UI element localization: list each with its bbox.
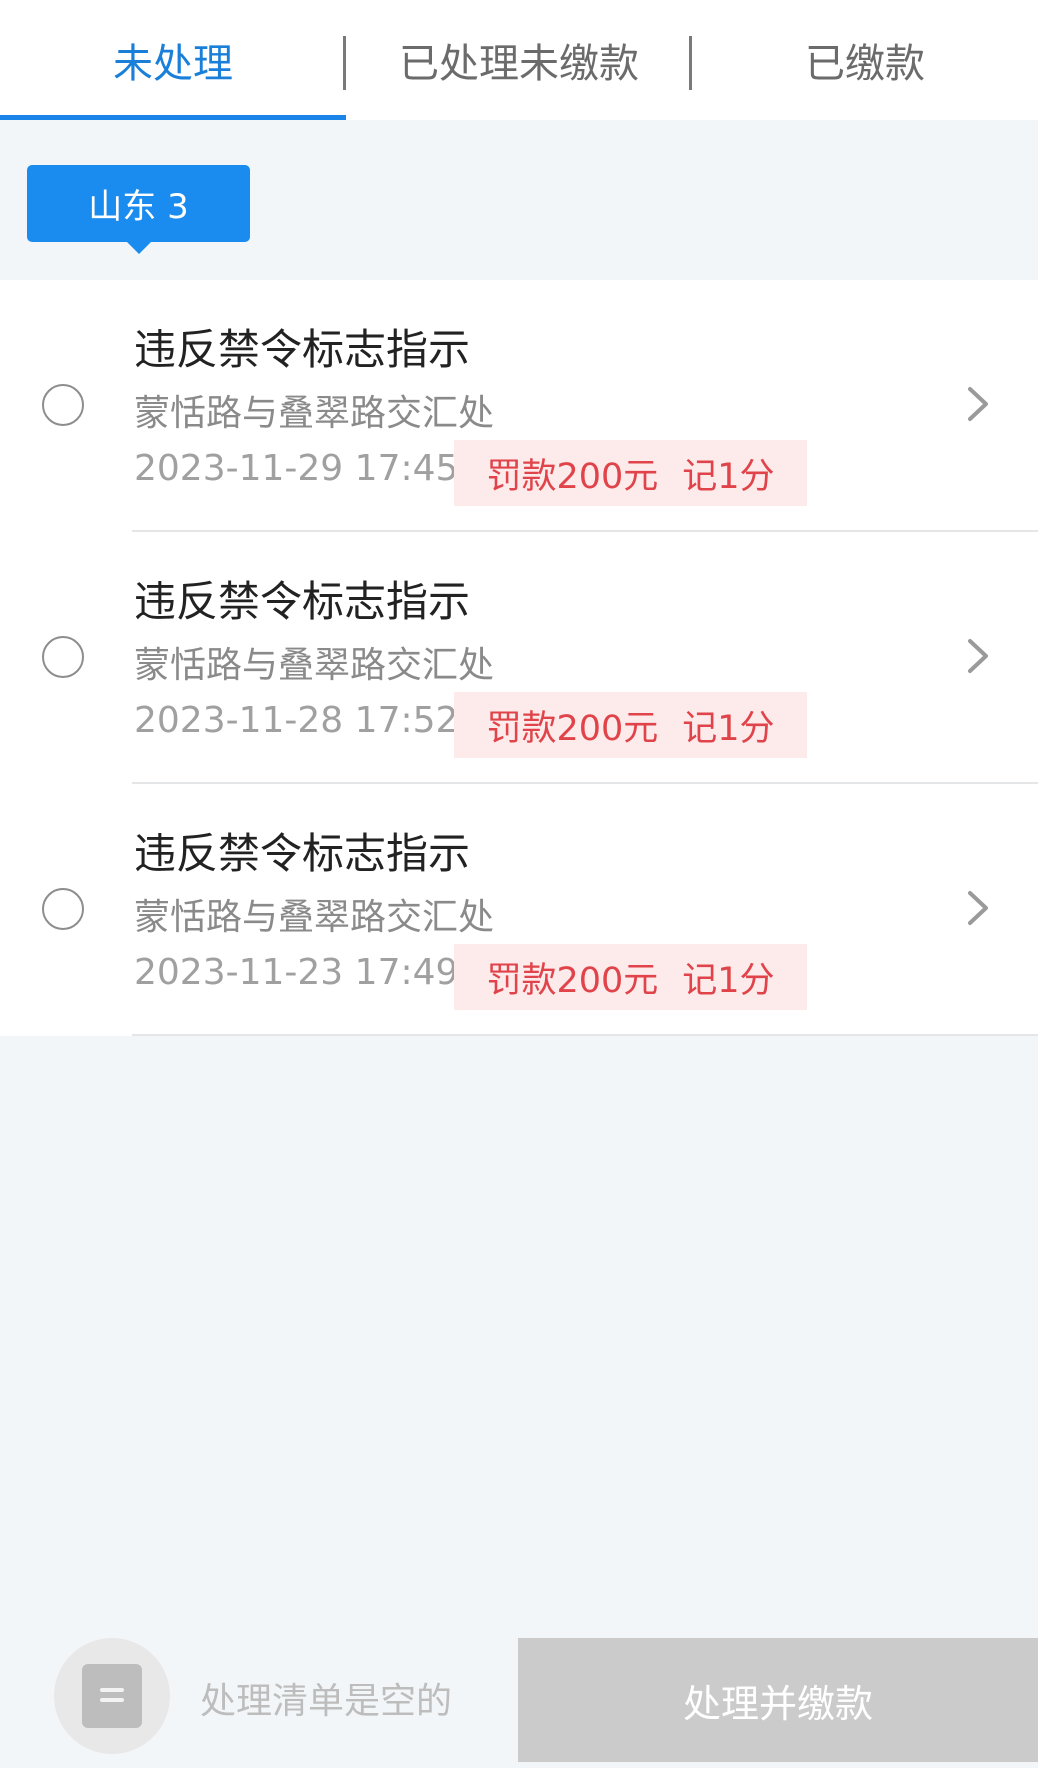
select-radio[interactable]	[42, 384, 84, 426]
fine-amount: 罚款200元	[486, 960, 659, 1001]
select-radio[interactable]	[42, 636, 84, 678]
violation-title: 违反禁令标志指示	[134, 829, 471, 878]
chip-pointer	[127, 242, 151, 254]
violation-list: 违反禁令标志指示 蒙恬路与叠翠路交汇处 2023-11-29 17:45 罚款2…	[0, 280, 1038, 1036]
fine-amount: 罚款200元	[486, 708, 659, 749]
chevron-right-icon	[958, 636, 998, 676]
status-tabs: 未处理 已处理未缴款 已缴款	[0, 0, 1038, 120]
empty-list-text: 处理清单是空的	[200, 1681, 453, 1722]
process-and-pay-button[interactable]: 处理并缴款	[518, 1638, 1038, 1762]
violation-location: 蒙恬路与叠翠路交汇处	[134, 645, 495, 686]
violation-datetime: 2023-11-29 17:45	[134, 448, 459, 489]
penalty-points: 记1分	[682, 708, 775, 749]
tab-processed-unpaid[interactable]: 已处理未缴款	[346, 0, 692, 120]
fine-badge: 罚款200元 记1分	[454, 692, 807, 758]
penalty-points: 记1分	[682, 960, 775, 1001]
violation-datetime: 2023-11-23 17:49	[134, 952, 459, 993]
fine-badge: 罚款200元 记1分	[454, 944, 807, 1010]
violation-location: 蒙恬路与叠翠路交汇处	[134, 393, 495, 434]
violation-title: 违反禁令标志指示	[134, 577, 471, 626]
violation-location: 蒙恬路与叠翠路交汇处	[134, 897, 495, 938]
violation-item[interactable]: 违反禁令标志指示 蒙恬路与叠翠路交汇处 2023-11-28 17:52 罚款2…	[0, 532, 1038, 784]
tab-unprocessed[interactable]: 未处理	[0, 0, 346, 120]
processing-list-icon[interactable]	[54, 1638, 170, 1754]
chevron-right-icon	[958, 384, 998, 424]
document-icon	[82, 1664, 142, 1728]
region-chip[interactable]: 山东 3	[27, 165, 250, 242]
violation-title: 违反禁令标志指示	[134, 325, 471, 374]
tab-paid[interactable]: 已缴款	[692, 0, 1038, 120]
bottom-action-bar: 处理清单是空的 处理并缴款	[0, 1638, 1038, 1768]
chevron-right-icon	[958, 888, 998, 928]
penalty-points: 记1分	[682, 456, 775, 497]
violation-datetime: 2023-11-28 17:52	[134, 700, 459, 741]
row-divider	[132, 1034, 1038, 1036]
violation-item[interactable]: 违反禁令标志指示 蒙恬路与叠翠路交汇处 2023-11-23 17:49 罚款2…	[0, 784, 1038, 1036]
fine-badge: 罚款200元 记1分	[454, 440, 807, 506]
violation-item[interactable]: 违反禁令标志指示 蒙恬路与叠翠路交汇处 2023-11-29 17:45 罚款2…	[0, 280, 1038, 532]
tab-separator	[689, 36, 692, 90]
region-filter: 山东 3	[0, 120, 1038, 280]
fine-amount: 罚款200元	[486, 456, 659, 497]
select-radio[interactable]	[42, 888, 84, 930]
tab-separator	[343, 36, 346, 90]
